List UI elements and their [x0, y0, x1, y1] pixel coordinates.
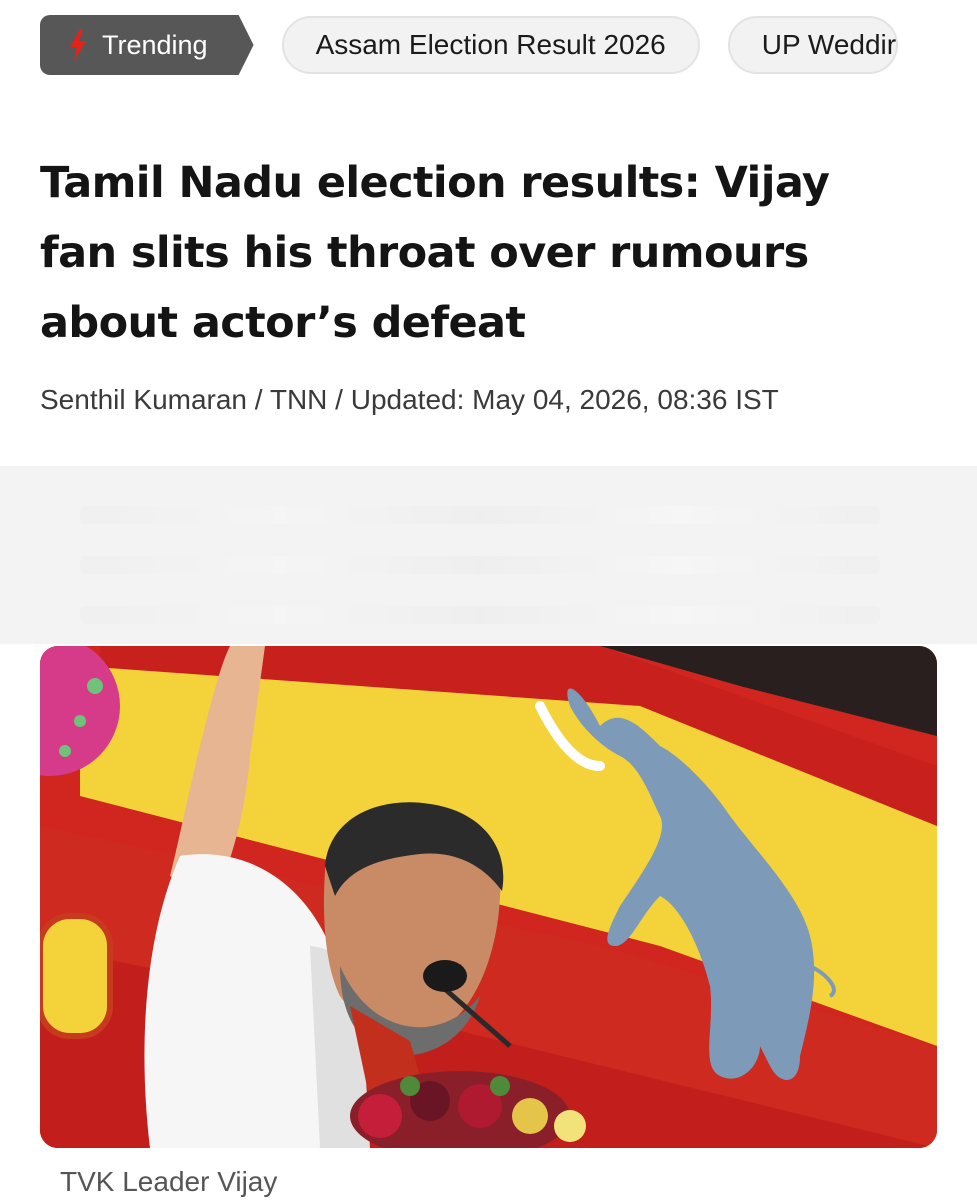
article-lead-image[interactable]: [40, 646, 937, 1148]
lightning-bolt-icon: [70, 29, 86, 61]
image-caption: TVK Leader Vijay: [60, 1166, 278, 1197]
trending-bar: Trending Assam Election Result 2026 UP W…: [40, 15, 937, 75]
ad-ghost-line: [80, 556, 880, 574]
chip-label: Assam Election Result 2026: [315, 29, 666, 60]
ad-ghost-line: [80, 506, 880, 524]
article-byline: Senthil Kumaran / TNN / Updated: May 04,…: [40, 384, 779, 415]
trending-label: Trending: [102, 29, 208, 60]
ad-placeholder: [0, 466, 977, 644]
chip-label: UP Weddir: [761, 29, 897, 60]
trending-chip-up-wedding[interactable]: UP Weddir: [727, 16, 899, 74]
article-headline: Tamil Nadu election results: Vijay fan s…: [40, 158, 830, 348]
lead-image-illustration: [40, 646, 937, 1148]
trending-tag[interactable]: Trending: [40, 15, 254, 75]
ad-ghost-line: [80, 606, 880, 624]
trending-chip-assam-election[interactable]: Assam Election Result 2026: [281, 16, 700, 74]
